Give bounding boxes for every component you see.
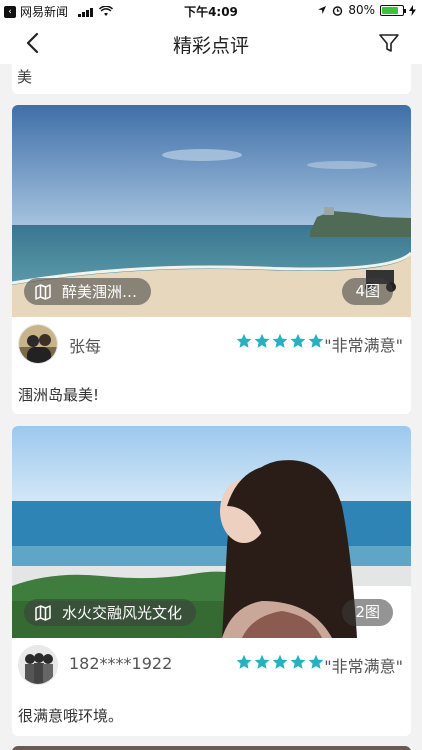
previous-card: 美 [12, 64, 411, 94]
star-rating [236, 654, 324, 670]
star-icon [290, 333, 306, 348]
satisfaction-label: "非常满意" [324, 657, 403, 676]
battery-percent: 80% [348, 3, 375, 17]
battery-icon [380, 4, 406, 16]
review-list[interactable]: 美 醉美涠洲… 4图 张每 "非常满意" 涠洲岛最美! 水火交融风光文化 2图 … [0, 64, 422, 750]
star-icon [236, 654, 252, 669]
map-icon [35, 604, 51, 621]
avatar[interactable] [18, 645, 58, 685]
star-icon [254, 654, 270, 669]
username[interactable]: 182****1922 [69, 654, 172, 673]
satisfaction-label: "非常满意" [324, 336, 403, 355]
star-icon [236, 333, 252, 348]
spot-tag[interactable]: 醉美涠洲… [24, 278, 152, 305]
star-icon [272, 333, 288, 348]
avatar-image [19, 646, 57, 684]
review-comment: 很满意哦环境。 [18, 707, 124, 725]
user-row: 182****1922 "非常满意" [12, 638, 411, 690]
review-card[interactable]: 醉美涠洲… 4图 张每 "非常满意" 涠洲岛最美! [12, 105, 411, 414]
status-right: 80% [317, 3, 416, 17]
nav-bar: 精彩点评 [0, 22, 422, 64]
spot-tag-label: 醉美涠洲… [62, 283, 138, 301]
map-icon [35, 283, 51, 300]
star-icon [308, 333, 324, 348]
page-title: 精彩点评 [172, 35, 249, 57]
spot-tag-label: 水火交融风光文化 [62, 604, 183, 622]
star-icon [290, 654, 306, 669]
spot-tag[interactable]: 水火交融风光文化 [24, 599, 197, 626]
review-photo-portrait[interactable]: 水火交融风光文化 2图 [12, 426, 411, 638]
username[interactable]: 张每 [69, 333, 101, 357]
avatar[interactable] [18, 324, 58, 364]
photo-count-badge: 2图 [342, 599, 393, 626]
charging-bolt-icon [409, 4, 416, 16]
next-review-card-partial [12, 746, 411, 750]
star-icon [272, 654, 288, 669]
star-rating [236, 333, 324, 349]
photo-count-badge: 4图 [342, 278, 393, 305]
review-card[interactable]: 水火交融风光文化 2图 182****1922 "非常满意" 很满意哦环境。 [12, 426, 411, 736]
review-photo-beach[interactable]: 醉美涠洲… 4图 [12, 105, 411, 317]
user-row: 张每 "非常满意" [12, 317, 411, 369]
alarm-icon [333, 5, 343, 16]
battery-level [382, 6, 398, 14]
star-icon [308, 654, 324, 669]
location-arrow-icon [318, 6, 327, 14]
star-icon [254, 333, 270, 348]
avatar-image [19, 325, 57, 363]
filter-icon[interactable] [378, 32, 400, 54]
review-comment: 涠洲岛最美! [18, 386, 100, 404]
status-bar: ‹ 网易新闻 下午4:09 80% [0, 0, 422, 22]
previous-card-text: 美 [17, 68, 33, 86]
